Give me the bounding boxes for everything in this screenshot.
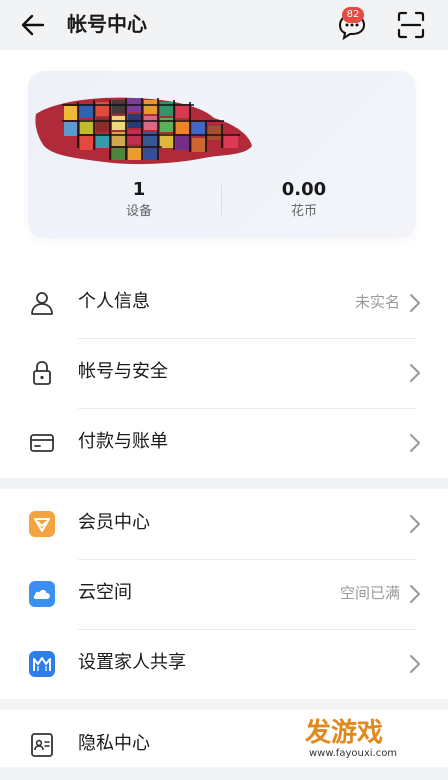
personal-info-status: 未实名	[354, 293, 400, 311]
section-gap	[0, 478, 448, 489]
site-watermark: 发游戏 www.fayouxi.com	[305, 718, 435, 762]
chevron-right-icon	[410, 515, 420, 533]
devices-label: 设备	[125, 204, 152, 219]
devices-count: 1	[132, 179, 146, 200]
privacy-label: 隐私中心	[78, 733, 150, 754]
chevron-right-icon	[410, 655, 420, 673]
devices-stat[interactable]: 1 设备	[54, 178, 224, 222]
top-bar: 帐号中心 82	[0, 0, 448, 50]
coins-stat[interactable]: 0.00 花币	[219, 178, 389, 222]
page-title: 帐号中心	[67, 12, 147, 36]
cloud-icon	[29, 581, 55, 607]
message-badge: 82	[342, 7, 364, 23]
person-icon	[31, 292, 53, 315]
redacted-user-info	[35, 97, 252, 165]
watermark-brand: 发游戏	[305, 718, 384, 748]
family-share-label: 设置家人共享	[78, 652, 186, 673]
chevron-right-icon	[410, 585, 420, 603]
coins-label: 花币	[290, 204, 317, 219]
watermark-url: www.fayouxi.com	[309, 748, 398, 759]
chevron-right-icon	[410, 434, 420, 452]
personal-info-label: 个人信息	[78, 291, 150, 312]
menu-item-member[interactable]: 会员中心	[0, 489, 448, 559]
payment-label: 付款与账单	[78, 431, 168, 452]
card-icon	[30, 434, 54, 452]
menu-item-payment[interactable]: 付款与账单	[0, 408, 448, 478]
account-security-label: 帐号与安全	[78, 361, 168, 382]
scan-icon[interactable]	[396, 10, 426, 40]
chevron-right-icon	[410, 364, 420, 382]
cloud-label: 云空间	[78, 582, 132, 603]
member-icon	[29, 511, 55, 537]
privacy-icon	[31, 733, 53, 757]
lock-icon	[33, 361, 51, 385]
coins-amount: 0.00	[281, 179, 327, 200]
menu-item-family-share[interactable]: 设置家人共享	[0, 629, 448, 699]
chevron-right-icon	[410, 294, 420, 312]
cloud-status: 空间已满	[339, 584, 400, 602]
section-gap	[0, 699, 448, 710]
back-arrow-icon[interactable]	[18, 10, 48, 40]
member-label: 会员中心	[78, 512, 150, 533]
menu-item-personal-info[interactable]: 个人信息 未实名	[0, 268, 448, 338]
family-share-icon	[29, 651, 55, 677]
menu-item-cloud[interactable]: 云空间 空间已满	[0, 559, 448, 629]
menu-item-account-security[interactable]: 帐号与安全	[0, 338, 448, 408]
